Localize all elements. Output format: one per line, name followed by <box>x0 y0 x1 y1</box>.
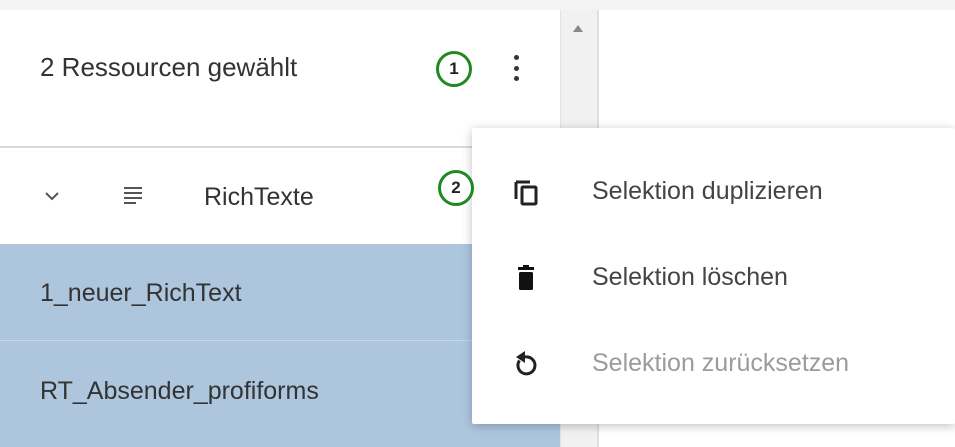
menu-item-label: Selektion löschen <box>592 263 788 291</box>
trash-icon <box>518 265 534 290</box>
chevron-down-icon[interactable] <box>44 191 60 201</box>
scroll-up-icon[interactable] <box>573 25 583 32</box>
context-menu: Selektion duplizieren Selektion löschen … <box>472 128 955 424</box>
top-strip <box>0 0 955 10</box>
menu-item-label: Selektion duplizieren <box>592 177 823 205</box>
menu-item-label: Selektion zurücksetzen <box>592 349 850 377</box>
menu-item-duplicate[interactable]: Selektion duplizieren <box>472 148 955 234</box>
tree-group-label: RichTexte <box>204 183 314 211</box>
selection-count-title: 2 Ressourcen gewählt <box>40 52 298 82</box>
menu-item-reset[interactable]: Selektion zurücksetzen <box>472 320 955 406</box>
callout-marker-1: 1 <box>436 51 472 87</box>
menu-item-delete[interactable]: Selektion löschen <box>472 234 955 320</box>
reset-icon <box>516 351 537 376</box>
callout-marker-2: 2 <box>438 170 474 206</box>
copy-icon <box>514 180 538 206</box>
more-vert-icon[interactable] <box>510 55 522 81</box>
list-item-label: RT_Absender_profiforms <box>40 377 319 405</box>
lines-icon <box>124 187 142 204</box>
list-item-label: 1_neuer_RichText <box>40 279 242 307</box>
